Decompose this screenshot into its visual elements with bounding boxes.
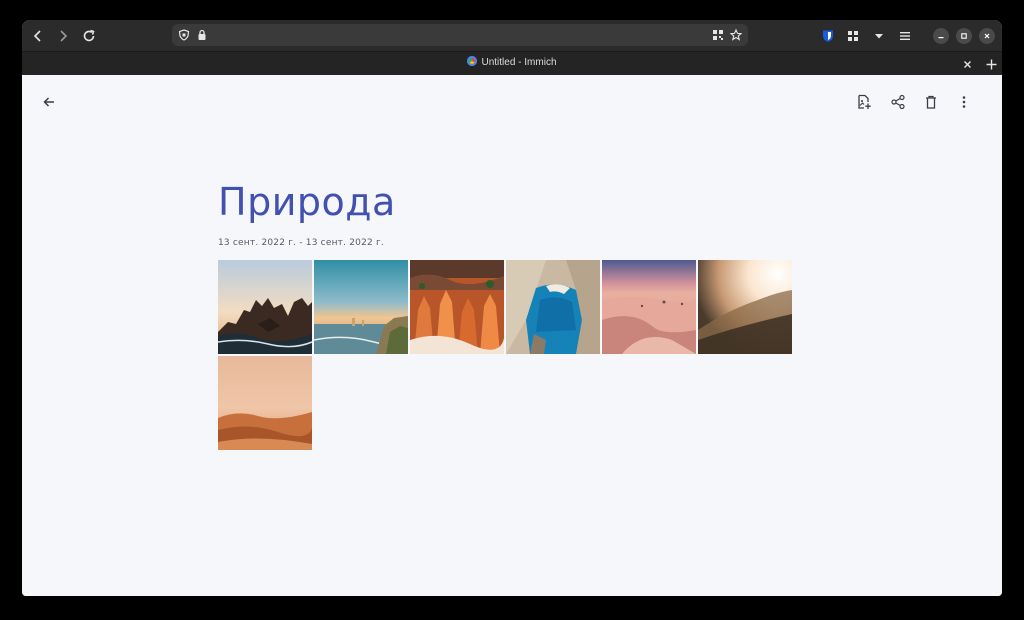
album-page: Природа 13 сент. 2022 г. - 13 сент. 2022… <box>22 75 1002 596</box>
star-icon[interactable] <box>728 27 744 43</box>
maximize-icon[interactable] <box>956 28 972 44</box>
photo-thumbnail[interactable] <box>410 260 504 354</box>
photo-thumbnail[interactable] <box>218 260 312 354</box>
close-icon[interactable] <box>979 28 995 44</box>
browser-toolbar <box>22 20 1002 51</box>
photo-thumbnail[interactable] <box>218 356 312 450</box>
url-bar[interactable] <box>172 24 748 46</box>
chevron-down-icon[interactable] <box>868 25 890 47</box>
tab-close-icon[interactable] <box>956 53 978 75</box>
lock-icon[interactable] <box>194 27 210 43</box>
shield-icon[interactable] <box>176 27 192 43</box>
chromium-favicon-icon <box>467 56 478 66</box>
album-date-range: 13 сент. 2022 г. - 13 сент. 2022 г. <box>218 238 384 248</box>
delete-icon[interactable] <box>919 90 943 114</box>
add-photos-icon[interactable] <box>852 90 876 114</box>
minimize-icon[interactable] <box>933 28 949 44</box>
reload-icon[interactable] <box>78 25 100 47</box>
browser-window: Untitled - Immich Природа 13 сент. 2022 … <box>22 20 1002 596</box>
photo-thumbnail[interactable] <box>506 260 600 354</box>
photo-thumbnail[interactable] <box>314 260 408 354</box>
arrow-left-icon[interactable] <box>37 90 61 114</box>
bitwarden-icon[interactable] <box>817 25 839 47</box>
arrow-left-icon[interactable] <box>27 25 49 47</box>
tab-active[interactable]: Untitled - Immich <box>22 56 1002 70</box>
photo-thumbnail[interactable] <box>602 260 696 354</box>
qr-code-icon[interactable] <box>710 27 726 43</box>
album-title[interactable]: Природа <box>218 177 396 227</box>
extensions-icon[interactable] <box>842 25 864 47</box>
plus-icon[interactable] <box>980 53 1002 75</box>
hamburger-menu-icon[interactable] <box>894 25 916 47</box>
tab-title: Untitled - Immich <box>481 57 557 68</box>
tab-bar: Untitled - Immich <box>22 51 1002 75</box>
share-icon[interactable] <box>886 90 910 114</box>
photo-thumbnail[interactable] <box>698 260 792 354</box>
arrow-right-icon[interactable] <box>52 25 74 47</box>
more-vertical-icon[interactable] <box>952 90 976 114</box>
